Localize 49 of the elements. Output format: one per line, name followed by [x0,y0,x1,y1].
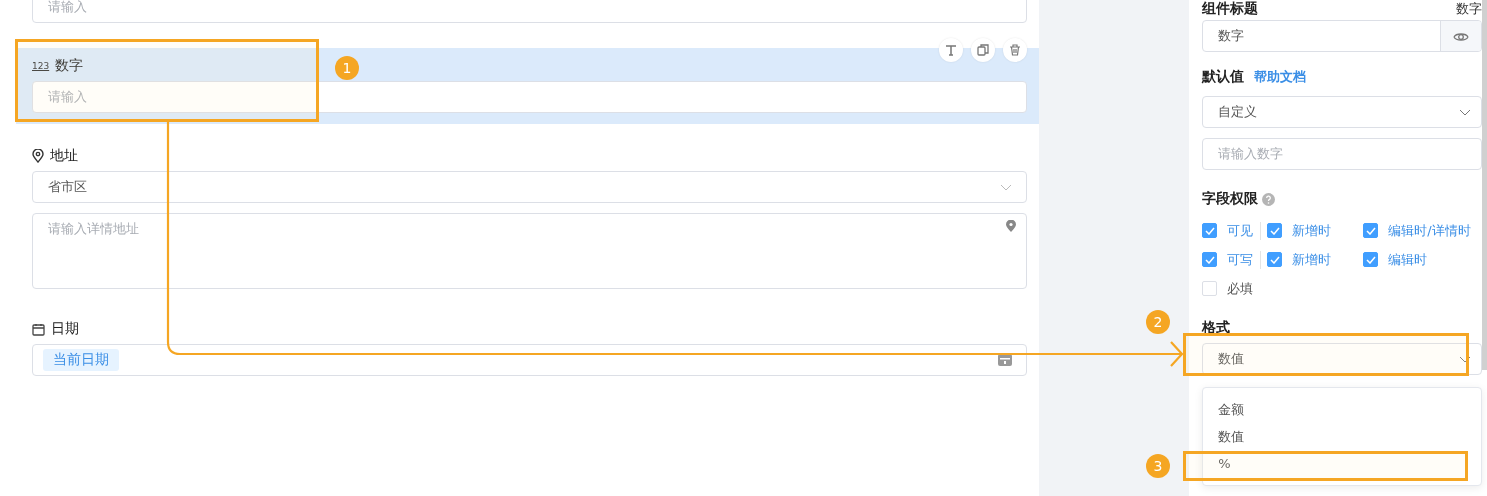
address-detail-field[interactable]: 请输入详情地址 [32,213,1028,289]
checkmark-icon [1365,226,1376,235]
format-option[interactable]: 数值 [1203,423,1481,450]
field-label: 数字 [55,57,84,75]
field-label: 日期 [51,320,79,338]
permission-checkbox[interactable]: 可见 [1202,221,1262,240]
required-checkbox[interactable]: 必填 [1202,274,1482,303]
checkmark-icon [1204,255,1215,264]
location-pin-icon [1006,220,1017,232]
region-select[interactable]: 省市区 [32,171,1028,203]
delete-icon[interactable] [1003,38,1028,62]
location-pin-icon [32,149,44,163]
format-select[interactable]: 数值 [1202,343,1482,375]
form-field[interactable]: 地址 省市区 请输入详情地址 [16,124,1040,289]
help-docs-link[interactable]: 帮助文档 [1254,68,1307,86]
number-input-field[interactable]: 请输入 [32,81,1028,113]
permission-checkbox[interactable]: 新增时 [1267,221,1364,240]
permission-checkbox[interactable]: 可写 [1202,250,1262,269]
form-field[interactable]: 日期 当前日期 [16,289,1040,376]
checkmark-icon [1204,226,1215,235]
help-icon [1262,192,1276,206]
calendar-icon [32,322,45,336]
component-title-value: 数字 [1456,0,1482,18]
format-option[interactable]: % [1203,450,1481,477]
permission-checkbox[interactable]: 编辑时 [1363,250,1482,269]
field-label: 地址 [50,147,78,165]
format-option[interactable]: 金额 [1203,396,1481,423]
chevron-down-icon [1459,355,1471,363]
checkmark-icon [1269,226,1280,235]
chevron-down-icon [1459,108,1471,116]
text-format-icon[interactable] [939,38,964,62]
form-field[interactable]: 请输入 [16,0,1040,48]
title-input-field[interactable]: 数字 [1202,20,1482,52]
checkmark-icon [1269,255,1280,264]
chevron-down-icon [1000,183,1013,191]
number-icon: 123 [32,61,50,71]
eye-icon[interactable] [1453,30,1469,42]
copy-icon[interactable] [971,38,996,62]
default-value-select[interactable]: 自定义 [1202,96,1482,128]
text-input-field[interactable]: 请输入 [32,0,1028,23]
format-label: 格式 [1202,319,1231,337]
permission-checkbox[interactable]: 新增时 [1267,250,1364,269]
field-permission-label: 字段权限 [1202,190,1259,208]
date-field[interactable]: 当前日期 [32,344,1028,376]
default-value-label: 默认值 [1202,68,1245,86]
component-title-label: 组件标题 [1202,0,1259,18]
permission-checkbox[interactable]: 编辑时/详情时 [1363,221,1482,240]
checkmark-icon [1365,255,1376,264]
default-number-field[interactable]: 请输入数字 [1202,138,1482,170]
